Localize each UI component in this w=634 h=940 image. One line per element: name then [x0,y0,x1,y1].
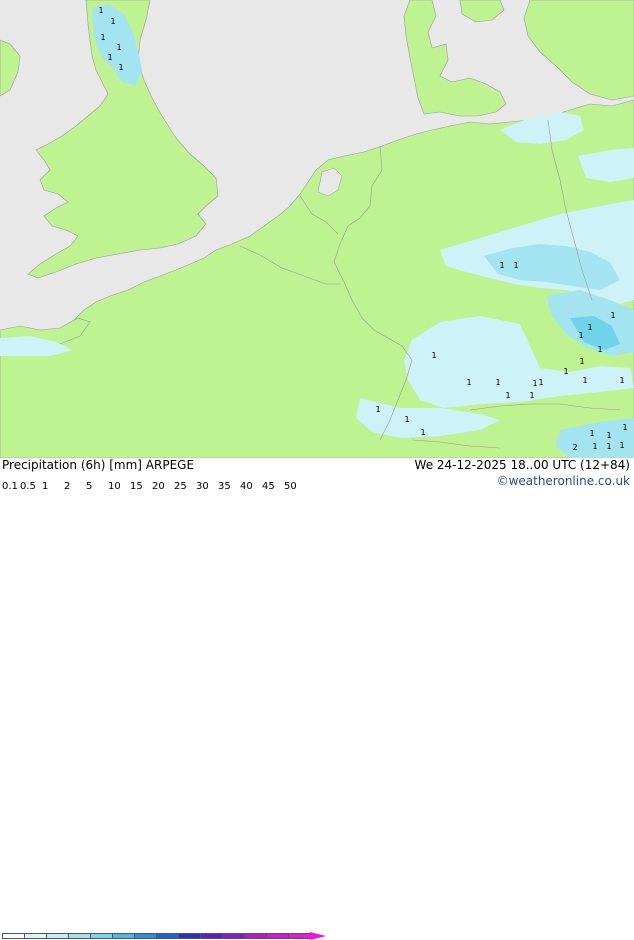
precip-marker: 1 [610,311,615,320]
precip-marker: 1 [513,261,518,270]
legend-swatch [244,933,266,939]
legend-label: 0.5 [20,481,36,492]
legend-swatch [112,933,134,939]
precip-marker: 1 [589,429,594,438]
precip-marker: 1 [110,17,115,26]
precip-marker: 1 [606,442,611,451]
precip-marker: 1 [532,379,537,388]
precip-marker: 1 [622,423,627,432]
legend-label: 0.1 [2,481,18,492]
precip-marker: 1 [495,378,500,387]
legend-swatch [2,933,24,939]
legend-label: 30 [196,481,209,492]
legend-swatch [90,933,112,939]
legend-swatch [200,933,222,939]
precip-marker: 1 [466,378,471,387]
legend-arrow [310,932,326,940]
legend-footer: Precipitation (6h) [mm] ARPEGE We 24-12-… [0,458,634,940]
legend-label: 5 [86,481,93,492]
legend-label: 20 [152,481,165,492]
precip-marker: 1 [538,378,543,387]
legend-label: 15 [130,481,143,492]
legend-label: 45 [262,481,275,492]
precip-marker: 1 [107,53,112,62]
legend-label: 2 [64,481,71,492]
precip-marker: 1 [563,367,568,376]
precip-marker: 2 [572,443,577,452]
legend-label: 35 [218,481,231,492]
legend-label: 25 [174,481,187,492]
precip-marker: 1 [505,391,510,400]
legend-label: 40 [240,481,253,492]
precip-marker: 1 [592,442,597,451]
legend-swatch [68,933,90,939]
legend-swatch [134,933,156,939]
precip-marker: 1 [100,33,105,42]
precip-marker: 1 [431,351,436,360]
precip-marker: 1 [578,331,583,340]
precipitation-map: 11111111 1 1 1 11111 11 111111 1112 1 1111 [0,0,634,458]
precip-marker: 1 [619,376,624,385]
precip-marker: 1 [499,261,504,270]
precip-marker: 1 [582,376,587,385]
legend-swatch [266,933,288,939]
precip-marker: 1 [118,63,123,72]
legend-swatch [46,933,68,939]
precip-marker: 1 [404,415,409,424]
legend-swatch [24,933,46,939]
legend-swatch [178,933,200,939]
precip-marker: 1 [587,323,592,332]
legend-swatch [156,933,178,939]
legend-swatch [288,933,310,939]
precip-marker: 1 [606,431,611,440]
legend-label: 50 [284,481,297,492]
map-title: Precipitation (6h) [mm] ARPEGE [2,458,195,472]
precip-marker: 1 [375,405,380,414]
credit-text[interactable]: ©weatheronline.co.uk [497,474,630,488]
legend-label: 10 [108,481,121,492]
precip-marker: 1 [529,391,534,400]
precip-marker: 1 [98,6,103,15]
legend-label: 1 [42,481,49,492]
legend-swatch [222,933,244,939]
precip-marker: 1 [597,345,602,354]
precip-marker: 1 [579,357,584,366]
precip-marker: 1 [116,43,121,52]
precip-marker: 1 [619,441,624,450]
precip-marker: 1 [420,428,425,437]
valid-time: We 24-12-2025 18..00 UTC (12+84) [414,458,630,472]
